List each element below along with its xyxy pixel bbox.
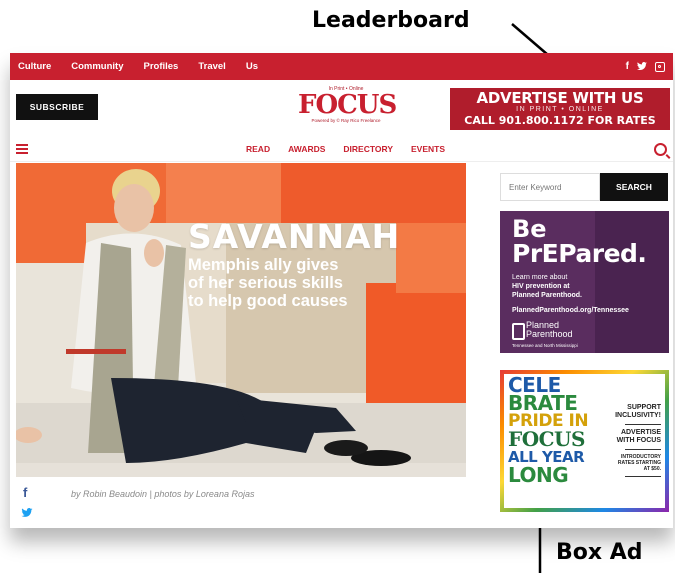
top-nav-item-profiles[interactable]: Profiles — [144, 61, 179, 72]
ad1-region: Tennessee and North Mississippi — [512, 343, 578, 348]
menu-item-events[interactable]: EVENTS — [411, 144, 445, 154]
pride-line-2: BRATE — [508, 391, 578, 415]
ad1-learn: Learn more about — [512, 274, 568, 281]
top-nav-item-us[interactable]: Us — [246, 61, 258, 72]
ad1-hiv: HIV prevention at — [512, 283, 570, 290]
search-input[interactable]: Enter Keyword — [500, 173, 600, 201]
ad1-url: PlannedParenthood.org/Tennessee — [512, 307, 629, 314]
hamburger-menu-icon[interactable] — [16, 144, 28, 154]
menu-item-awards[interactable]: AWARDS — [288, 144, 325, 154]
article-byline: by Robin Beaudoin | photos by Loreana Ro… — [71, 489, 255, 499]
focus-logo[interactable]: In Print • Online FOCUS Powered by © Ray… — [298, 86, 397, 126]
leaderboard-ad-subline: IN PRINT • ONLINE — [516, 106, 604, 113]
main-nav: READ AWARDS DIRECTORY EVENTS — [10, 137, 673, 162]
hero-illustration — [16, 163, 466, 477]
top-nav-item-culture[interactable]: Culture — [18, 61, 51, 72]
logo-tagline: Powered by © Ray Rico Freelance — [311, 118, 381, 123]
hero-feature-image[interactable]: SAVANNAH Memphis ally gives of her serio… — [16, 163, 466, 477]
leaderboard-ad[interactable]: ADVERTISE WITH US IN PRINT • ONLINE CALL… — [450, 88, 670, 130]
facebook-icon[interactable]: f — [626, 61, 629, 72]
twitter-share-icon[interactable] — [21, 508, 33, 518]
ad1-pp: Planned Parenthood. — [512, 292, 583, 299]
planned-parenthood-ad[interactable]: Be PrEPared. Learn more about HIV preven… — [500, 211, 669, 353]
pride-support-2: INCLUSIVITY! — [615, 412, 661, 419]
pride-box-ad[interactable]: CELE BRATE PRIDE IN FOCUS ALL YEAR LONG … — [500, 370, 669, 512]
pride-headline: CELE BRATE PRIDE IN FOCUS ALL YEAR LONG — [508, 375, 589, 487]
pride-line-4: FOCUS — [508, 427, 585, 451]
main-menu: READ AWARDS DIRECTORY EVENTS — [246, 137, 445, 161]
hero-subtitle: Memphis ally gives of her serious skills… — [188, 256, 348, 310]
ad1-line2: PrEPared. — [512, 239, 647, 268]
menu-item-read[interactable]: READ — [246, 144, 270, 154]
box-ad-callout: Box Ad — [556, 540, 643, 565]
leaderboard-callout: Leaderboard — [312, 8, 470, 33]
hero-subtitle-line-3: to help good causes — [188, 292, 348, 310]
ad1-brand2: Parenthood — [526, 329, 573, 339]
logo-word: FOCUS — [298, 90, 397, 120]
top-nav: Culture Community Profiles Travel Us — [18, 53, 258, 80]
pride-advertise-1: ADVERTISE — [620, 429, 661, 436]
leaderboard-ad-headline: ADVERTISE WITH US — [476, 89, 644, 107]
leaderboard-ad-cta: CALL 901.800.1172 FOR RATES — [464, 114, 656, 127]
search-button[interactable]: SEARCH — [600, 173, 668, 201]
pride-rates-3: AT $50. — [643, 466, 661, 472]
twitter-icon[interactable] — [637, 62, 647, 71]
pride-advertise-2: WITH FOCUS — [616, 437, 661, 444]
top-nav-item-travel[interactable]: Travel — [198, 61, 225, 72]
hero-title: SAVANNAH — [188, 217, 401, 256]
hero-subtitle-line-2: of her serious skills — [188, 274, 343, 292]
social-links: f — [626, 53, 665, 80]
website-page: Culture Community Profiles Travel Us f S… — [10, 53, 673, 528]
search-icon[interactable] — [654, 143, 667, 156]
pride-right-text: SUPPORT INCLUSIVITY! ADVERTISE WITH FOCU… — [615, 404, 661, 477]
planned-parenthood-logo-icon — [512, 323, 525, 340]
pride-support-1: SUPPORT — [627, 404, 661, 411]
top-nav-item-community[interactable]: Community — [71, 61, 123, 72]
pride-line-6: LONG — [508, 463, 569, 487]
instagram-icon[interactable] — [655, 61, 665, 72]
top-nav-bar: Culture Community Profiles Travel Us f — [10, 53, 673, 80]
hero-subtitle-line-1: Memphis ally gives — [188, 256, 339, 274]
menu-item-directory[interactable]: DIRECTORY — [343, 144, 393, 154]
subscribe-button[interactable]: SUBSCRIBE — [16, 94, 98, 120]
facebook-share-icon[interactable]: f — [23, 485, 27, 500]
